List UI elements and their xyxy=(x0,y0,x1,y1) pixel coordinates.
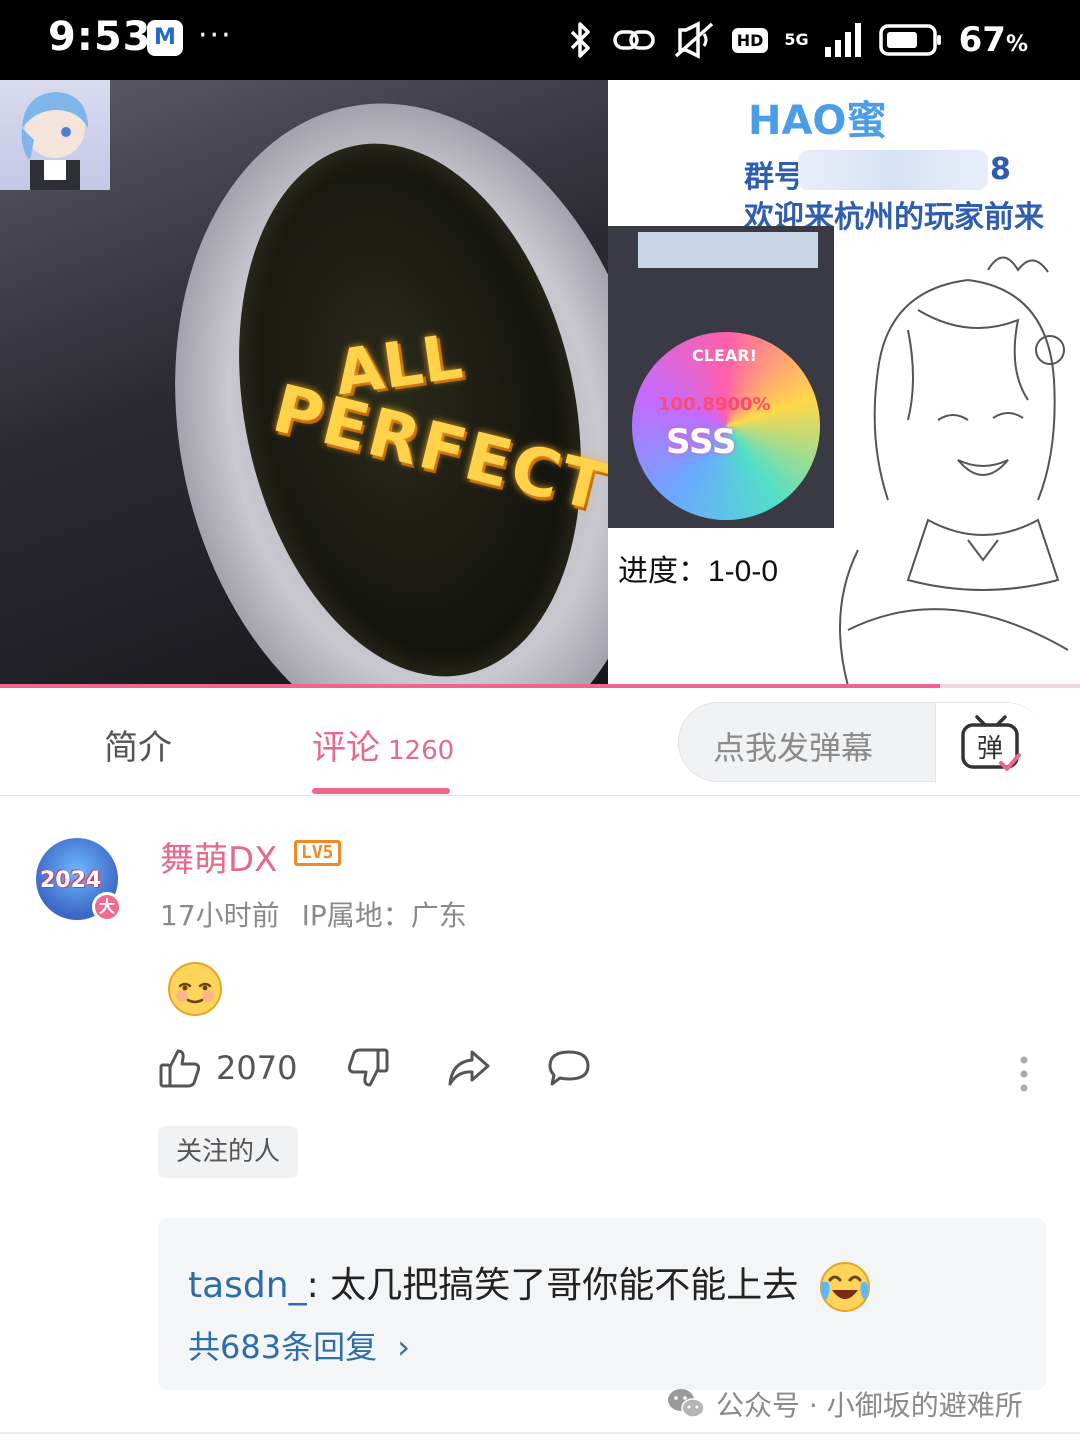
more-notifications-icon: ··· xyxy=(198,18,233,53)
score-screenshot: CLEAR! 100.8900% SSS xyxy=(608,226,834,528)
watermark-text: 公众号 · 小御坂的避难所 xyxy=(716,1389,1023,1422)
detail-tabs: 简介 评论 1260 点我发弹幕 弹 xyxy=(0,690,1080,796)
score-clear-badge: CLEAR! xyxy=(692,346,757,365)
bottom-divider xyxy=(0,1432,1080,1434)
danmaku-icon-glyph: 弹 xyxy=(977,734,1003,764)
reply-preview[interactable]: tasdn_: 太几把搞笑了哥你能不能上去 共683条回复 › xyxy=(158,1218,1046,1390)
progress-text: 进度：1-0-0 xyxy=(618,555,779,588)
hd-badge: HD xyxy=(731,27,769,53)
like-button[interactable]: 2070 xyxy=(158,1046,297,1090)
mute-vibrate-icon xyxy=(674,21,713,59)
dislike-button[interactable] xyxy=(346,1046,390,1090)
tab-intro[interactable]: 简介 xyxy=(104,720,172,769)
poster-title: HAO蜜 xyxy=(748,98,887,144)
share-button[interactable] xyxy=(446,1046,492,1090)
status-icons: HD 5G 67% xyxy=(566,16,1028,64)
video-player[interactable]: ALL PERFECT HAO蜜 群号 8 欢迎来杭州的玩家前来 CLEAR! … xyxy=(0,80,1080,686)
network-type: 5G xyxy=(784,30,809,49)
thumbs-up-icon xyxy=(159,1049,201,1088)
link-icon xyxy=(612,30,655,50)
user-level-badge: LV5 xyxy=(294,840,341,866)
signal-icon xyxy=(824,23,861,57)
laughing-crying-emoji xyxy=(819,1262,870,1312)
notification-app-icon: M xyxy=(147,20,183,56)
chevron-right-icon: › xyxy=(397,1328,411,1366)
danmaku-icon: 弹 xyxy=(961,715,1021,771)
video-right-poster: HAO蜜 群号 8 欢迎来杭州的玩家前来 CLEAR! 100.8900% SS… xyxy=(608,80,1080,686)
status-time: 9:53 xyxy=(48,14,152,60)
battery-percent: 67% xyxy=(958,20,1028,60)
reply-count-link[interactable]: 共683条回复 › xyxy=(188,1322,410,1368)
tab-comments-label: 评论 xyxy=(312,728,380,768)
comment-meta: 17小时前 IP属地：广东 xyxy=(160,894,467,934)
avatar-year-text: 2024 xyxy=(40,868,102,893)
anime-girl-sketch-illustration xyxy=(839,256,1069,686)
reply-button[interactable] xyxy=(546,1046,592,1090)
reply-count-label: 共683条回复 xyxy=(188,1328,378,1366)
comment-time: 17小时前 xyxy=(160,899,280,932)
poster-group-prefix: 群号 xyxy=(744,160,804,195)
tab-comments-count: 1260 xyxy=(388,736,455,766)
tab-comments[interactable]: 评论 1260 xyxy=(312,720,454,769)
wechat-watermark: 公众号 · 小御坂的避难所 xyxy=(666,1384,1023,1424)
danmaku-divider xyxy=(935,703,936,783)
reply-author[interactable]: tasdn_ xyxy=(188,1265,307,1306)
poster-group-number-blurred xyxy=(798,150,988,190)
avatar-official-badge: 大 xyxy=(92,892,122,922)
uploader-avatar-thumbnail xyxy=(0,80,110,190)
share-icon xyxy=(448,1050,490,1086)
battery-icon xyxy=(878,24,941,56)
comment-ip-location: IP属地：广东 xyxy=(301,899,467,932)
score-table xyxy=(638,232,818,268)
reply-separator: : xyxy=(306,1265,319,1306)
danmaku-placeholder: 点我发弹幕 xyxy=(713,729,874,767)
danmaku-toggle-button[interactable]: 弹 xyxy=(935,703,1047,783)
more-options-icon[interactable] xyxy=(1016,1054,1032,1094)
video-progress-fill xyxy=(0,684,940,688)
danmaku-input[interactable]: 点我发弹幕 弹 xyxy=(678,702,1047,783)
poster-group-suffix: 8 xyxy=(990,152,1011,187)
status-bar: 9:53 M ··· HD 5G 67% xyxy=(0,0,1080,80)
reply-text: 太几把搞笑了哥你能不能上去 xyxy=(330,1265,799,1306)
thumbs-down-icon xyxy=(347,1048,389,1087)
comment-actions: 2070 xyxy=(0,1046,1080,1106)
reply-line: tasdn_: 太几把搞笑了哥你能不能上去 xyxy=(188,1256,872,1314)
followed-tag: 关注的人 xyxy=(158,1126,299,1178)
tab-active-indicator xyxy=(312,788,450,794)
anime-girl-avatar-icon xyxy=(21,92,88,190)
like-count: 2070 xyxy=(216,1049,298,1087)
score-value: 100.8900% xyxy=(658,394,771,415)
smiling-face-emoji xyxy=(168,962,222,1016)
wechat-icon xyxy=(668,1389,705,1418)
comment-username[interactable]: 舞萌DX xyxy=(160,832,277,881)
video-left-frame: ALL PERFECT xyxy=(0,80,608,686)
score-rank: SSS xyxy=(666,422,737,462)
comment-bubble-icon xyxy=(548,1050,590,1086)
bluetooth-icon xyxy=(570,22,590,58)
